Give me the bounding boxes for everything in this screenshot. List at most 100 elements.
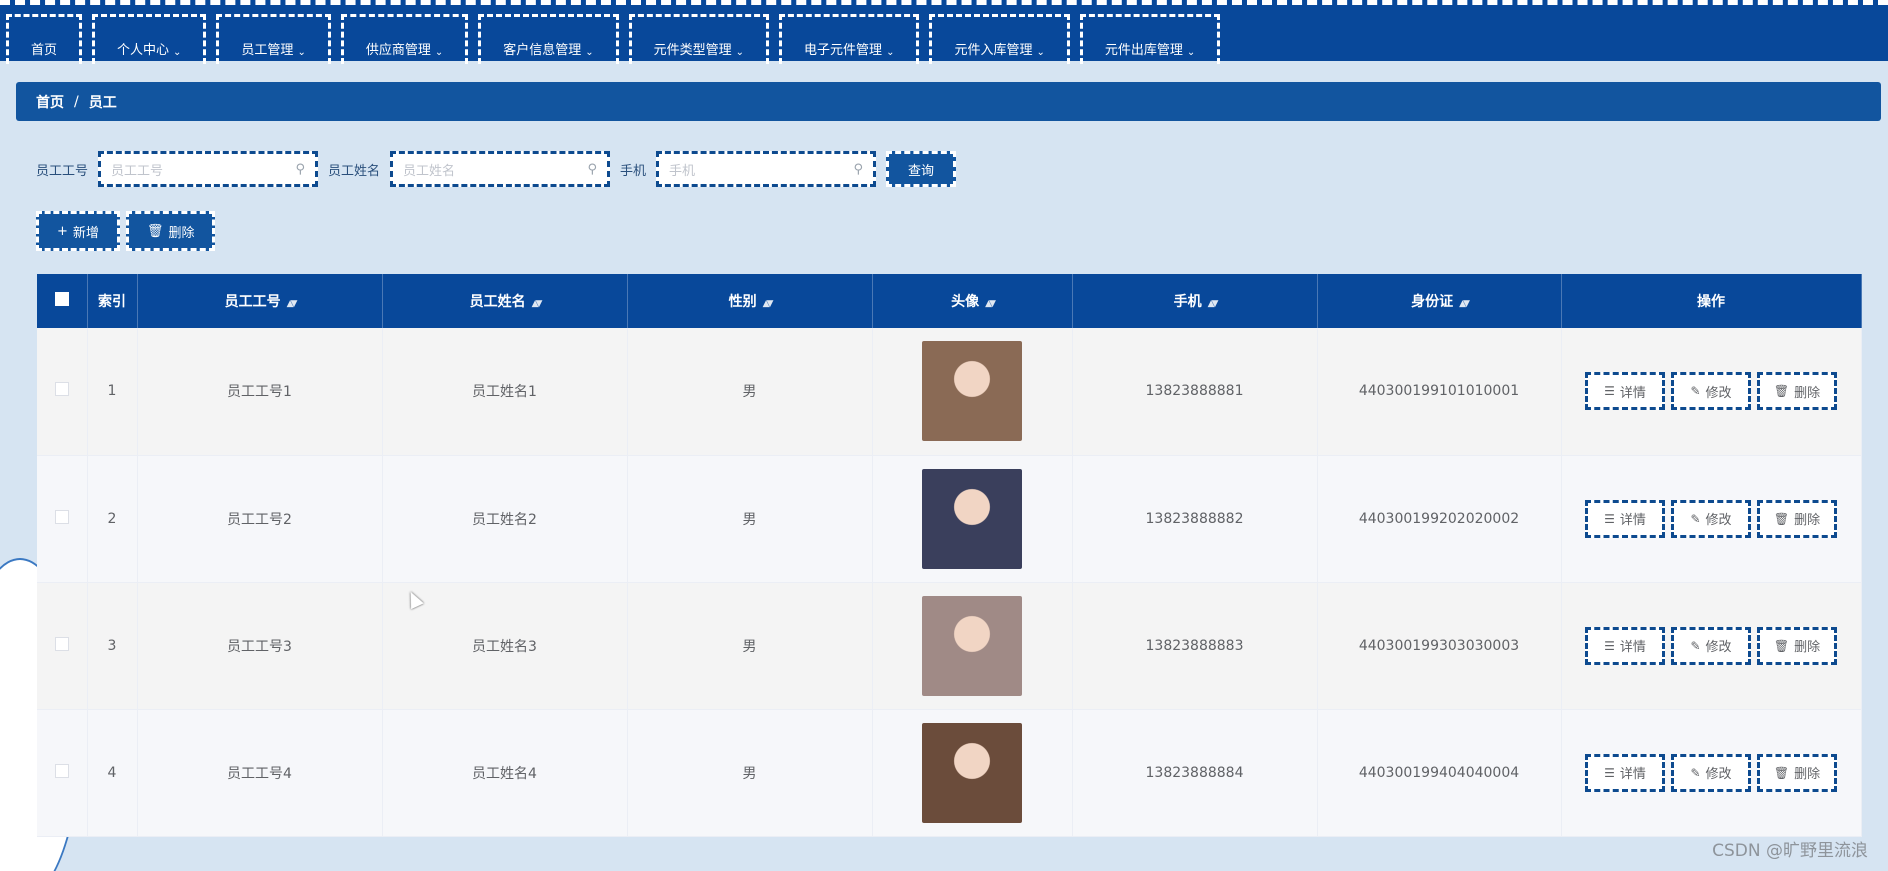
employee-id-cell: 员工工号2 [137,455,383,583]
avatar-cell [872,582,1073,710]
nav-item-2[interactable]: 员工管理 ⌄ [216,14,331,64]
phone-cell: 13823888881 [1072,328,1318,456]
pencil-icon: ✎ [1690,765,1701,780]
row-select-cell[interactable] [37,709,88,837]
nav-item-8[interactable]: 元件出库管理 ⌄ [1079,14,1221,64]
nav-item-0[interactable]: 首页 [6,14,83,64]
trash-icon: 🗑 [146,223,164,239]
operations-cell: ☰ 详情 ✎ 修改 🗑 删除 [1561,709,1862,837]
trash-icon: 🗑 [1773,511,1790,526]
id-card-cell: 440300199303030003 [1317,582,1562,710]
edit-button[interactable]: ✎ 修改 [1671,372,1751,411]
delete-button[interactable]: 🗑 删除 [1757,499,1837,538]
edit-button[interactable]: ✎ 修改 [1671,499,1751,538]
employee-id-cell: 员工工号1 [137,328,383,456]
id-card-cell: 440300199101010001 [1317,328,1562,456]
row-select-cell[interactable] [37,328,88,456]
employee-id-input[interactable]: 员工工号 ⚲ [98,151,319,187]
sort-icon[interactable]: ▲▼ [532,299,543,309]
row-checkbox[interactable] [54,636,69,651]
search-icon: ⚲ [295,161,306,177]
gender-cell: 男 [627,582,873,710]
phone-cell: 13823888882 [1072,455,1318,583]
add-button[interactable]: + 新增 [36,211,120,251]
nav-item-label: 元件类型管理 [653,43,732,58]
edit-button-label: 修改 [1705,385,1732,401]
delete-button-label: 删除 [1794,513,1821,528]
sort-icon[interactable]: ▲▼ [763,299,774,309]
edit-button[interactable]: ✎ 修改 [1671,626,1751,665]
column-header-1[interactable]: 员工工号 ▲▼ [137,274,383,328]
gender-cell: 男 [627,709,873,837]
nav-item-label: 客户信息管理 [503,43,582,58]
breadcrumb-home[interactable]: 首页 [36,92,64,112]
sort-icon[interactable]: ▲▼ [1459,299,1470,309]
detail-button[interactable]: ☰ 详情 [1585,626,1665,665]
nav-item-4[interactable]: 客户信息管理 ⌄ [478,14,619,64]
avatar [922,722,1022,823]
employee-table: 索引 员工工号 ▲▼ 员工姓名 ▲▼ 性别 ▲▼ 头像 ▲▼ 手机 ▲▼ 身份证 ▲▼ 操作 1 员工工号1… [37,274,1862,837]
phone-placeholder: 手机 [669,163,696,179]
detail-button[interactable]: ☰ 详情 [1585,372,1665,411]
employee-name-cell: 员工姓名4 [382,709,628,837]
row-select-cell[interactable] [37,582,88,710]
column-header-label: 员工姓名 [469,294,526,310]
row-checkbox[interactable] [54,763,69,778]
detail-button-label: 详情 [1619,513,1646,528]
select-all-checkbox[interactable] [54,292,69,306]
nav-menu: 首页 个人中心 ⌄ 员工管理 ⌄ 供应商管理 ⌄ 客户信息管理 ⌄ 元件类型管理 ⌄ 电子元件管理 ⌄ 元… [6,14,1221,64]
query-button[interactable]: 查询 [886,151,957,187]
column-header-3[interactable]: 性别 ▲▼ [627,274,873,328]
column-header-label: 员工工号 [224,294,281,310]
nav-item-7[interactable]: 元件入库管理 ⌄ [929,14,1070,64]
column-header-label: 索引 [98,294,126,310]
batch-delete-button[interactable]: 🗑 删除 [125,211,216,251]
sort-icon[interactable]: ▲▼ [287,299,298,309]
operations-cell: ☰ 详情 ✎ 修改 🗑 删除 [1561,582,1862,710]
nav-item-label: 个人中心 [117,43,170,58]
watermark: CSDN @旷野里流浪 [1712,841,1868,861]
delete-button-label: 删除 [1794,385,1821,401]
sort-icon[interactable]: ▲▼ [985,299,996,309]
table-row: 2 员工工号2 员工姓名2 男 13823888882 44030019920202000… [37,455,1862,583]
column-header-5[interactable]: 手机 ▲▼ [1072,274,1318,328]
row-select-cell[interactable] [37,455,88,583]
nav-item-3[interactable]: 供应商管理 ⌄ [340,14,469,64]
select-all-header[interactable] [37,274,88,328]
detail-button-label: 详情 [1619,640,1646,655]
nav-item-label: 供应商管理 [365,43,431,58]
edit-button[interactable]: ✎ 修改 [1671,753,1751,792]
avatar-cell [872,328,1073,456]
nav-item-label: 电子元件管理 [804,43,883,58]
nav-item-label: 员工管理 [241,43,294,58]
detail-button[interactable]: ☰ 详情 [1585,753,1665,792]
column-header-4[interactable]: 头像 ▲▼ [872,274,1073,328]
delete-button[interactable]: 🗑 删除 [1757,753,1837,792]
row-checkbox[interactable] [54,509,69,524]
column-header-label: 操作 [1697,294,1725,310]
nav-item-1[interactable]: 个人中心 ⌄ [92,14,207,64]
employee-id-placeholder: 员工工号 [111,163,164,179]
column-header-label: 头像 [951,294,980,310]
nav-item-label: 元件入库管理 [954,43,1033,58]
delete-button[interactable]: 🗑 删除 [1757,626,1837,665]
employee-name-input[interactable]: 员工姓名 ⚲ [390,151,611,187]
column-header-6[interactable]: 身份证 ▲▼ [1317,274,1562,328]
chevron-down-icon: ⌄ [434,47,444,58]
index-cell: 4 [87,709,138,837]
nav-item-6[interactable]: 电子元件管理 ⌄ [779,14,920,64]
nav-item-5[interactable]: 元件类型管理 ⌄ [628,14,770,64]
phone-input[interactable]: 手机 ⚲ [656,151,877,187]
sort-icon[interactable]: ▲▼ [1208,299,1219,309]
avatar [922,595,1022,696]
detail-button-label: 详情 [1619,767,1646,782]
detail-button[interactable]: ☰ 详情 [1585,499,1665,538]
employee-id-cell: 员工工号3 [137,582,383,710]
detail-button-label: 详情 [1619,385,1646,401]
breadcrumb: 首页 / 员工 [16,82,1881,121]
row-checkbox[interactable] [54,382,69,397]
index-cell: 3 [87,582,138,710]
column-header-label: 手机 [1173,294,1202,310]
delete-button[interactable]: 🗑 删除 [1757,372,1837,411]
column-header-2[interactable]: 员工姓名 ▲▼ [382,274,628,328]
